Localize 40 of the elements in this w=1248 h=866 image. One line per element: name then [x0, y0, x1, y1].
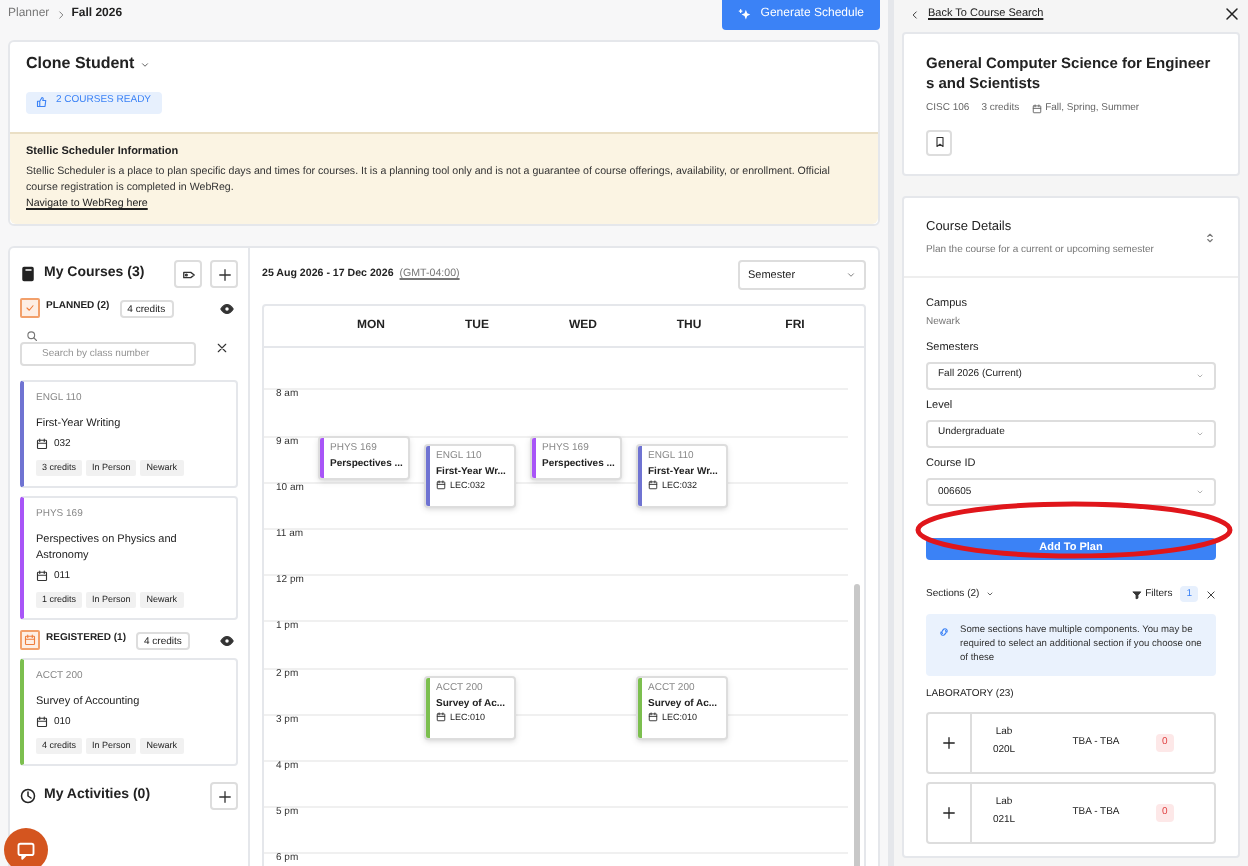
- calendar-icon: [24, 634, 36, 647]
- close-icon[interactable]: [1206, 589, 1216, 600]
- add-activity-button[interactable]: [210, 782, 238, 811]
- bookmark-button[interactable]: [926, 129, 952, 155]
- calendar-icon: [436, 712, 446, 723]
- eye-icon[interactable]: [220, 633, 234, 648]
- calendar-icon: [648, 712, 658, 723]
- search-icon: [26, 330, 38, 343]
- filter-icon: [1131, 589, 1142, 600]
- calendar-icon: [648, 480, 658, 491]
- student-name: Clone Student: [26, 52, 135, 76]
- tag-button[interactable]: [174, 260, 202, 289]
- book-icon: [20, 266, 36, 283]
- plus-icon: [217, 789, 231, 804]
- clock-icon: [20, 788, 36, 805]
- checkmark-icon: [24, 302, 36, 315]
- calendar-icon: [36, 716, 48, 729]
- chevron-right-icon: [55, 10, 66, 20]
- thumbs-up-icon: [36, 96, 48, 108]
- chevron-down-icon: [846, 270, 856, 281]
- plus-icon: [217, 267, 231, 282]
- calendar-icon: [36, 570, 48, 583]
- close-icon[interactable]: [1224, 6, 1240, 22]
- expand-collapse-icon[interactable]: [1204, 232, 1216, 245]
- bookmark-icon: [933, 136, 945, 148]
- link-icon: [938, 626, 950, 639]
- add-course-button[interactable]: [210, 260, 238, 289]
- plus-icon[interactable]: [942, 735, 956, 750]
- plus-icon[interactable]: [942, 805, 956, 820]
- close-icon[interactable]: [216, 342, 228, 355]
- chat-icon: [16, 840, 36, 860]
- calendar-icon: [436, 480, 446, 491]
- calendar-icon: [36, 438, 48, 451]
- sparkle-icon: [738, 8, 753, 22]
- scrollbar[interactable]: [854, 584, 860, 866]
- chevron-down-icon[interactable]: [140, 59, 151, 69]
- chevron-left-icon: [910, 9, 920, 19]
- tag-icon: [181, 267, 195, 282]
- eye-icon[interactable]: [220, 301, 234, 316]
- calendar-icon: [1031, 104, 1042, 115]
